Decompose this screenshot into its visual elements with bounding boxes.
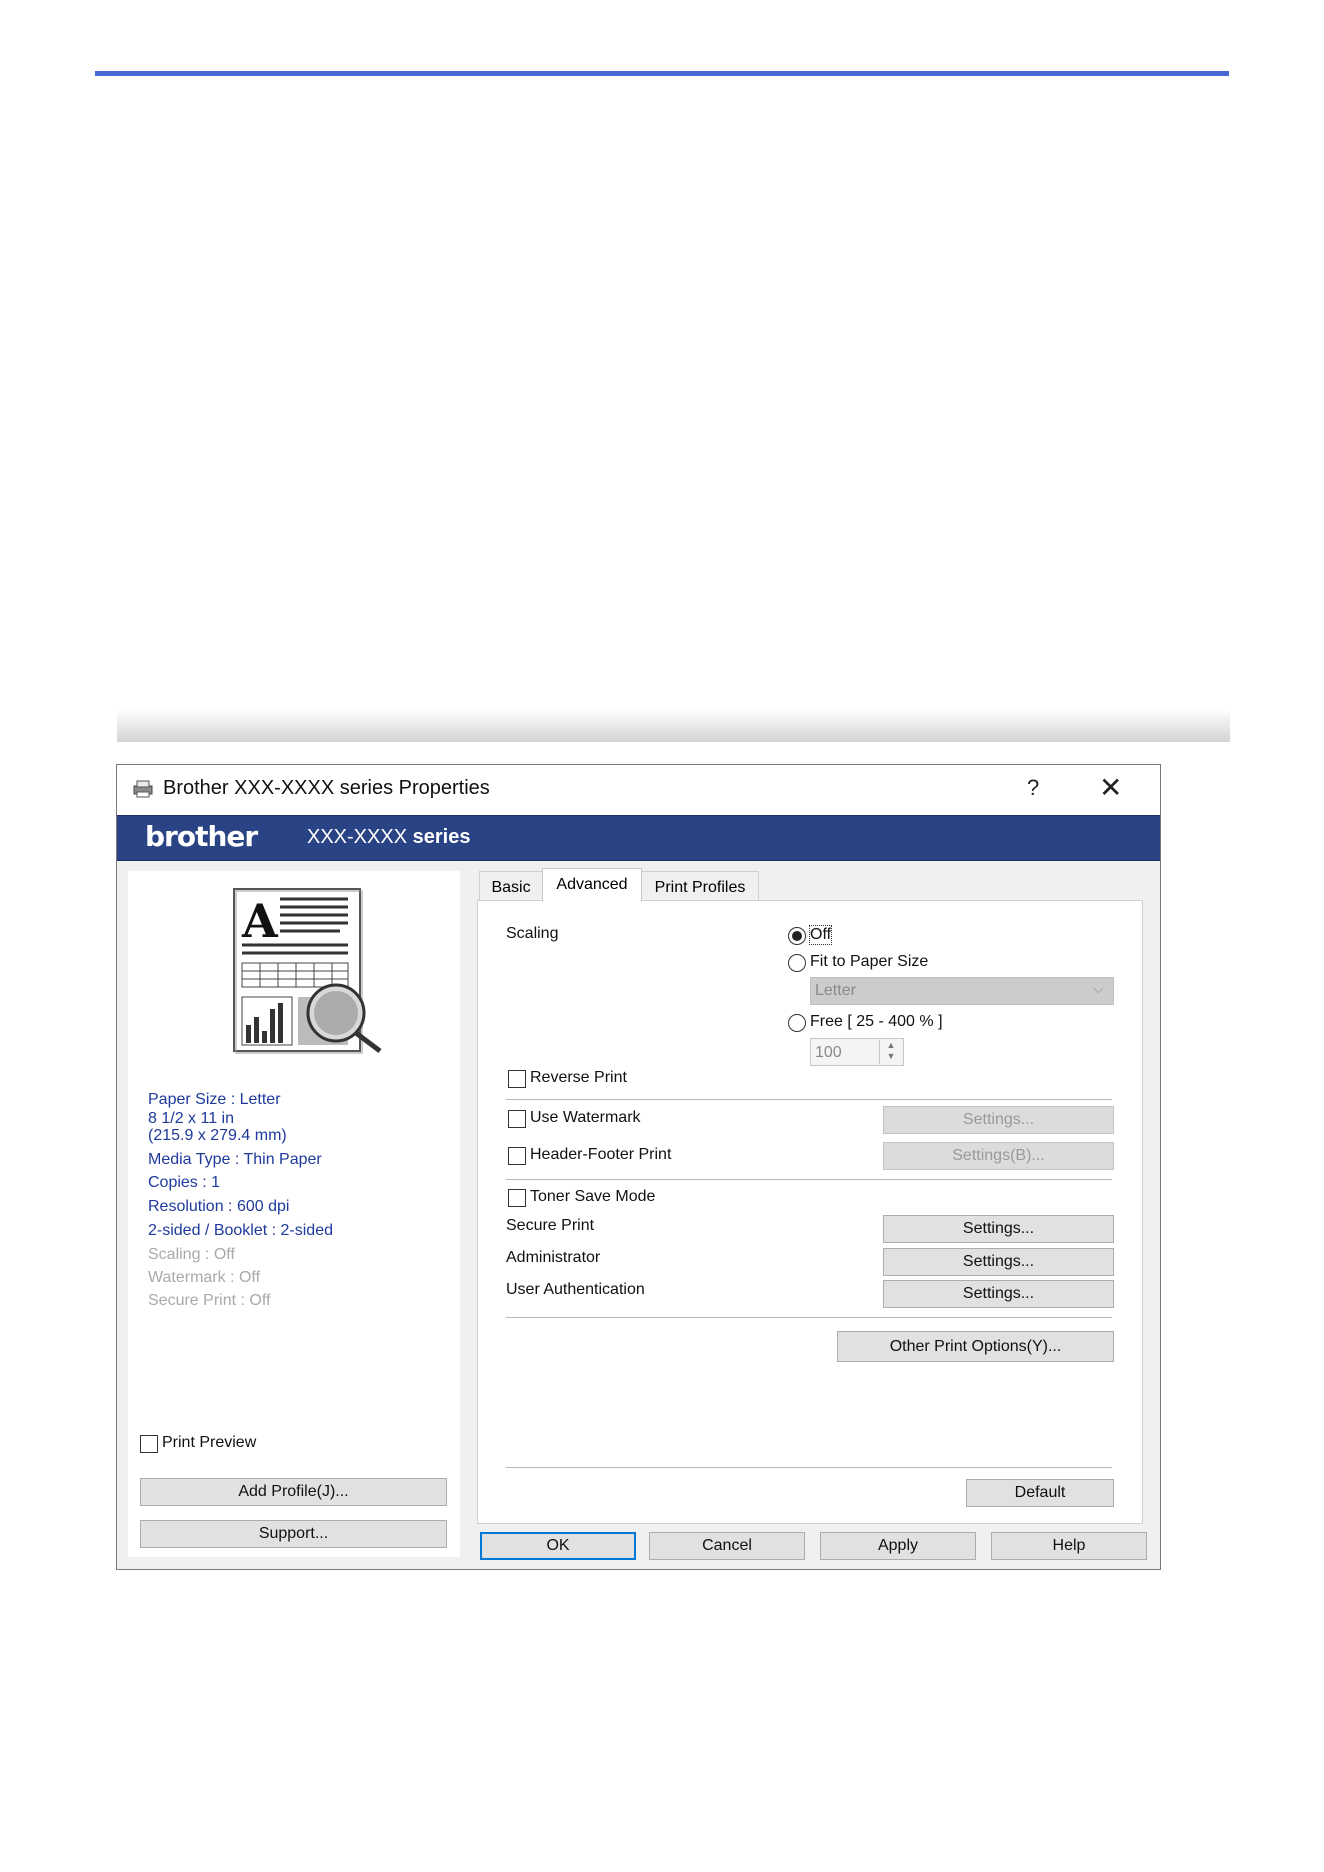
scaling-off-radio[interactable] bbox=[788, 927, 806, 945]
brother-logo: brother bbox=[145, 820, 258, 853]
default-button[interactable]: Default bbox=[966, 1479, 1114, 1507]
screenshot-caption-bar bbox=[117, 709, 1230, 742]
cancel-button[interactable]: Cancel bbox=[649, 1532, 805, 1560]
header-footer-checkbox[interactable] bbox=[508, 1147, 526, 1165]
paper-size-select[interactable]: Letter ⌵ bbox=[810, 977, 1114, 1005]
title-bar: Brother XXX-XXXX series Properties ? ✕ bbox=[117, 765, 1160, 815]
divider bbox=[506, 1099, 1112, 1100]
divider bbox=[506, 1467, 1112, 1468]
tab-print-profiles[interactable]: Print Profiles bbox=[641, 871, 759, 901]
header-footer-label: Header-Footer Print bbox=[530, 1146, 672, 1163]
secure-print-settings-button[interactable]: Settings... bbox=[883, 1215, 1114, 1243]
secure-print-label: Secure Print bbox=[506, 1217, 595, 1234]
header-footer-settings-button[interactable]: Settings(B)... bbox=[883, 1142, 1114, 1170]
window-title: Brother XXX-XXXX series Properties bbox=[163, 777, 490, 799]
paper-size-value: Letter bbox=[815, 982, 856, 999]
info-paper-inches: 8 1/2 x 11 in bbox=[148, 1110, 234, 1127]
brand-banner: brother XXX-XXXX series bbox=[117, 815, 1160, 861]
info-watermark: Watermark : Off bbox=[148, 1269, 261, 1286]
toner-save-label: Toner Save Mode bbox=[530, 1188, 656, 1205]
user-authentication-settings-button[interactable]: Settings... bbox=[883, 1280, 1114, 1308]
user-authentication-label: User Authentication bbox=[506, 1281, 645, 1298]
administrator-settings-button[interactable]: Settings... bbox=[883, 1248, 1114, 1276]
reverse-print-checkbox[interactable] bbox=[508, 1070, 526, 1088]
toner-save-checkbox[interactable] bbox=[508, 1189, 526, 1207]
info-scaling: Scaling : Off bbox=[148, 1246, 235, 1263]
add-profile-button[interactable]: Add Profile(J)... bbox=[140, 1478, 447, 1506]
page-preview-icon: A bbox=[233, 888, 382, 1054]
reverse-print-label: Reverse Print bbox=[530, 1069, 627, 1086]
svg-text:A: A bbox=[241, 894, 279, 948]
tab-advanced[interactable]: Advanced bbox=[542, 868, 642, 902]
divider bbox=[506, 1179, 1112, 1180]
info-copies: Copies : 1 bbox=[148, 1174, 221, 1191]
free-scaling-radio[interactable] bbox=[788, 1014, 806, 1032]
print-preview-label: Print Preview bbox=[162, 1434, 257, 1451]
watermark-settings-button[interactable]: Settings... bbox=[883, 1106, 1114, 1134]
scaling-label: Scaling bbox=[506, 925, 559, 942]
scaling-off-label: Off bbox=[808, 925, 833, 945]
close-icon[interactable]: ✕ bbox=[1099, 771, 1122, 804]
printer-properties-dialog: Brother XXX-XXXX series Properties ? ✕ b… bbox=[116, 764, 1161, 1570]
tab-basic[interactable]: Basic bbox=[479, 871, 543, 901]
divider bbox=[506, 1317, 1112, 1318]
info-duplex: 2-sided / Booklet : 2-sided bbox=[148, 1222, 333, 1239]
settings-summary-pane: A Paper Size: Letter 8 1/2 x 11 in (215… bbox=[128, 871, 460, 1557]
info-media-type: Media Type : Thin Paper bbox=[148, 1151, 322, 1168]
chevron-down-icon: ⌵ bbox=[1093, 980, 1104, 996]
spinner-arrows-icon[interactable]: ▲ ▼ bbox=[879, 1040, 902, 1064]
fit-to-paper-label: Fit to Paper Size bbox=[810, 953, 929, 970]
header-rule bbox=[95, 71, 1229, 76]
info-secure-print: Secure Print : Off bbox=[148, 1292, 271, 1309]
use-watermark-checkbox[interactable] bbox=[508, 1110, 526, 1128]
help-icon[interactable]: ? bbox=[1027, 775, 1039, 801]
use-watermark-label: Use Watermark bbox=[530, 1109, 641, 1126]
free-scaling-spinbox[interactable]: 100 ▲ ▼ bbox=[810, 1038, 904, 1066]
support-button[interactable]: Support... bbox=[140, 1520, 447, 1548]
series-text: series bbox=[412, 826, 471, 848]
advanced-tab-panel: Scaling Off Fit to Paper Size Letter ⌵ F… bbox=[477, 900, 1143, 1524]
free-scaling-value: 100 bbox=[815, 1044, 842, 1061]
fit-to-paper-radio[interactable] bbox=[788, 954, 806, 972]
free-scaling-label: Free [ 25 - 400 % ] bbox=[810, 1013, 943, 1030]
other-print-options-button[interactable]: Other Print Options(Y)... bbox=[837, 1331, 1114, 1362]
info-resolution: Resolution : 600 dpi bbox=[148, 1198, 290, 1215]
administrator-label: Administrator bbox=[506, 1249, 601, 1266]
print-preview-checkbox[interactable] bbox=[140, 1435, 158, 1453]
printer-icon bbox=[133, 780, 153, 798]
apply-button[interactable]: Apply bbox=[820, 1532, 976, 1560]
info-paper-size: Paper Size : Letter bbox=[148, 1091, 281, 1108]
ok-button[interactable]: OK bbox=[480, 1532, 636, 1560]
help-button[interactable]: Help bbox=[991, 1532, 1147, 1560]
info-paper-mm: (215.9 x 279.4 mm) bbox=[148, 1127, 287, 1144]
banner-model-name: XXX-XXXX series bbox=[307, 826, 470, 849]
model-text: XXX-XXXX bbox=[307, 826, 408, 848]
